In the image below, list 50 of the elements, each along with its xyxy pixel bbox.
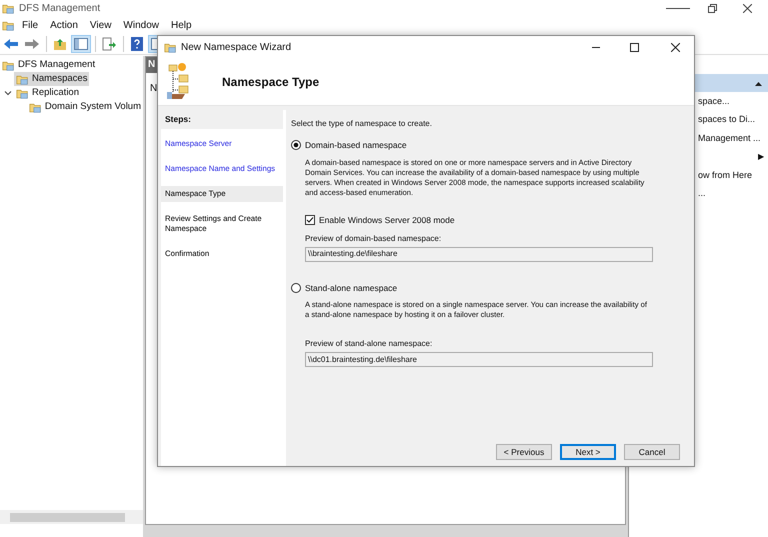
task-link[interactable]: Management ... [698,132,761,145]
preview-label: Preview of domain-based namespace: [305,232,442,244]
dialog-button[interactable]: < Previous [496,444,552,460]
forward-arrow-icon[interactable] [25,38,39,50]
submenu-arrow[interactable]: ▶ [758,150,764,163]
tree-item[interactable]: Namespaces [14,72,90,86]
export-icon[interactable] [102,36,116,50]
menu-item[interactable]: Window [118,18,164,32]
dialog-title: New Namespace Wizard [181,40,292,54]
app-icon [2,2,15,15]
minimize-button[interactable] [592,46,600,48]
task-link[interactable]: ow from Here [698,168,752,182]
maximize-icon[interactable] [708,4,717,13]
chevron-icon[interactable] [4,89,12,97]
steps-heading: Steps: [161,110,283,129]
pane-text: N [150,82,158,96]
back-arrow-icon[interactable] [4,38,18,50]
toolbar-button[interactable] [71,34,91,52]
maximize-icon[interactable] [630,42,639,52]
radio-button[interactable] [291,140,301,150]
preview-field: \\braintesting.de\fileshare [305,246,653,262]
tree-item[interactable]: Domain System Volum [26,100,143,114]
preview-field: \\dc01.braintesting.de\fileshare [305,352,653,368]
radio-label[interactable]: Stand-alone namespace [305,282,398,294]
close-icon[interactable] [743,4,752,13]
menu-item[interactable]: Action [45,18,83,32]
menu-item[interactable]: File [17,18,44,32]
dialog-button[interactable]: Cancel [624,444,680,460]
checkbox[interactable] [305,215,315,226]
close-icon[interactable] [671,42,680,52]
preview-label: Preview of stand-alone namespace: [305,338,434,350]
instruction-text: Select the type of namespace to create. [291,118,433,130]
dialog-button[interactable]: Next > [560,444,616,460]
help-icon[interactable] [131,36,143,50]
window-title: DFS Management [19,2,100,16]
page-heading: Namespace Type [222,74,320,90]
panel-icon[interactable] [74,38,88,50]
horizontal-scrollbar[interactable] [0,510,143,524]
tree-item[interactable]: DFS Management [0,58,98,72]
menu-item[interactable]: View [84,18,116,32]
folder-up-icon[interactable] [53,36,67,50]
radio-label[interactable]: Domain-based namespace [305,139,407,152]
task-link[interactable]: space... [698,94,730,108]
collapse-icon[interactable] [755,80,762,86]
menu-item[interactable]: Help [166,18,197,32]
tree-item[interactable]: Replication [14,86,81,100]
task-link[interactable]: spaces to Di... [698,113,756,126]
checkbox-label[interactable]: Enable Windows Server 2008 mode [319,214,455,226]
radio-button[interactable] [291,282,301,293]
task-link[interactable]: ... [698,187,706,200]
